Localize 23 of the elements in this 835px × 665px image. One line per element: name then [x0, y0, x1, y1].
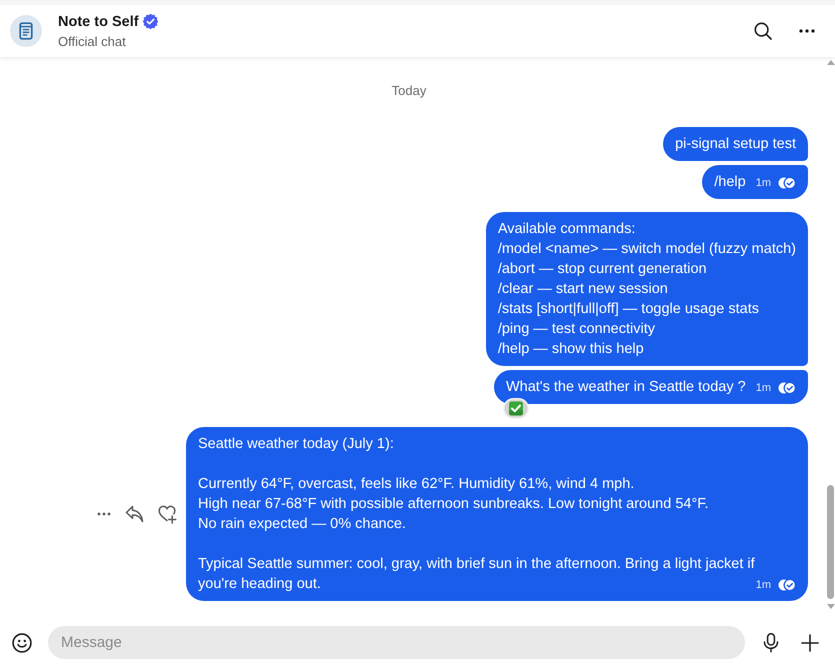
message-input-field[interactable]: Message — [48, 626, 745, 659]
date-divider: Today — [392, 82, 426, 99]
microphone-icon[interactable] — [762, 632, 780, 652]
emoji-icon[interactable] — [12, 632, 32, 652]
heart-plus-icon[interactable] — [158, 504, 177, 524]
check-mark-reaction-icon[interactable] — [502, 398, 529, 419]
reply-icon[interactable] — [125, 505, 144, 523]
message-text: pi-signal setup test — [675, 136, 796, 152]
chat-subtitle: Official chat — [58, 32, 126, 50]
message-text: /help — [714, 174, 746, 190]
message-time: 1m — [756, 579, 771, 591]
message-text: Seattle weather today (July 1): Currently 64°F, overcast, feels like 62°F. Humidity 61%, wind 4 mph. High near 67-68°F with possible afternoon sunbreaks. Low tonight around 54°F. No rain expected — 0% chance. Typical Seattle summer: cool, gray, with brief sun in the afternoon. Bring a light jacket if you're heading out. — [198, 436, 756, 592]
chat-title: Note to Self — [58, 12, 139, 30]
message-text: What's the weather in Seattle today ? — [506, 379, 746, 395]
message-text: Available commands: /model <name> — switch model (fuzzy match) /abort — stop current generation /clear — start new session /stats [short|full|off] — toggle usage stats /ping — test connectivity /help — show this help — [498, 221, 796, 357]
document-avatar-icon — [10, 15, 42, 47]
more-options-icon[interactable] — [799, 29, 815, 33]
plus-icon[interactable] — [801, 634, 819, 652]
search-icon[interactable] — [754, 22, 772, 40]
scrollbar-thumb[interactable] — [827, 485, 834, 599]
more-actions-icon[interactable] — [97, 512, 111, 516]
message-time: 1m — [756, 382, 771, 394]
message-time: 1m — [756, 177, 771, 189]
